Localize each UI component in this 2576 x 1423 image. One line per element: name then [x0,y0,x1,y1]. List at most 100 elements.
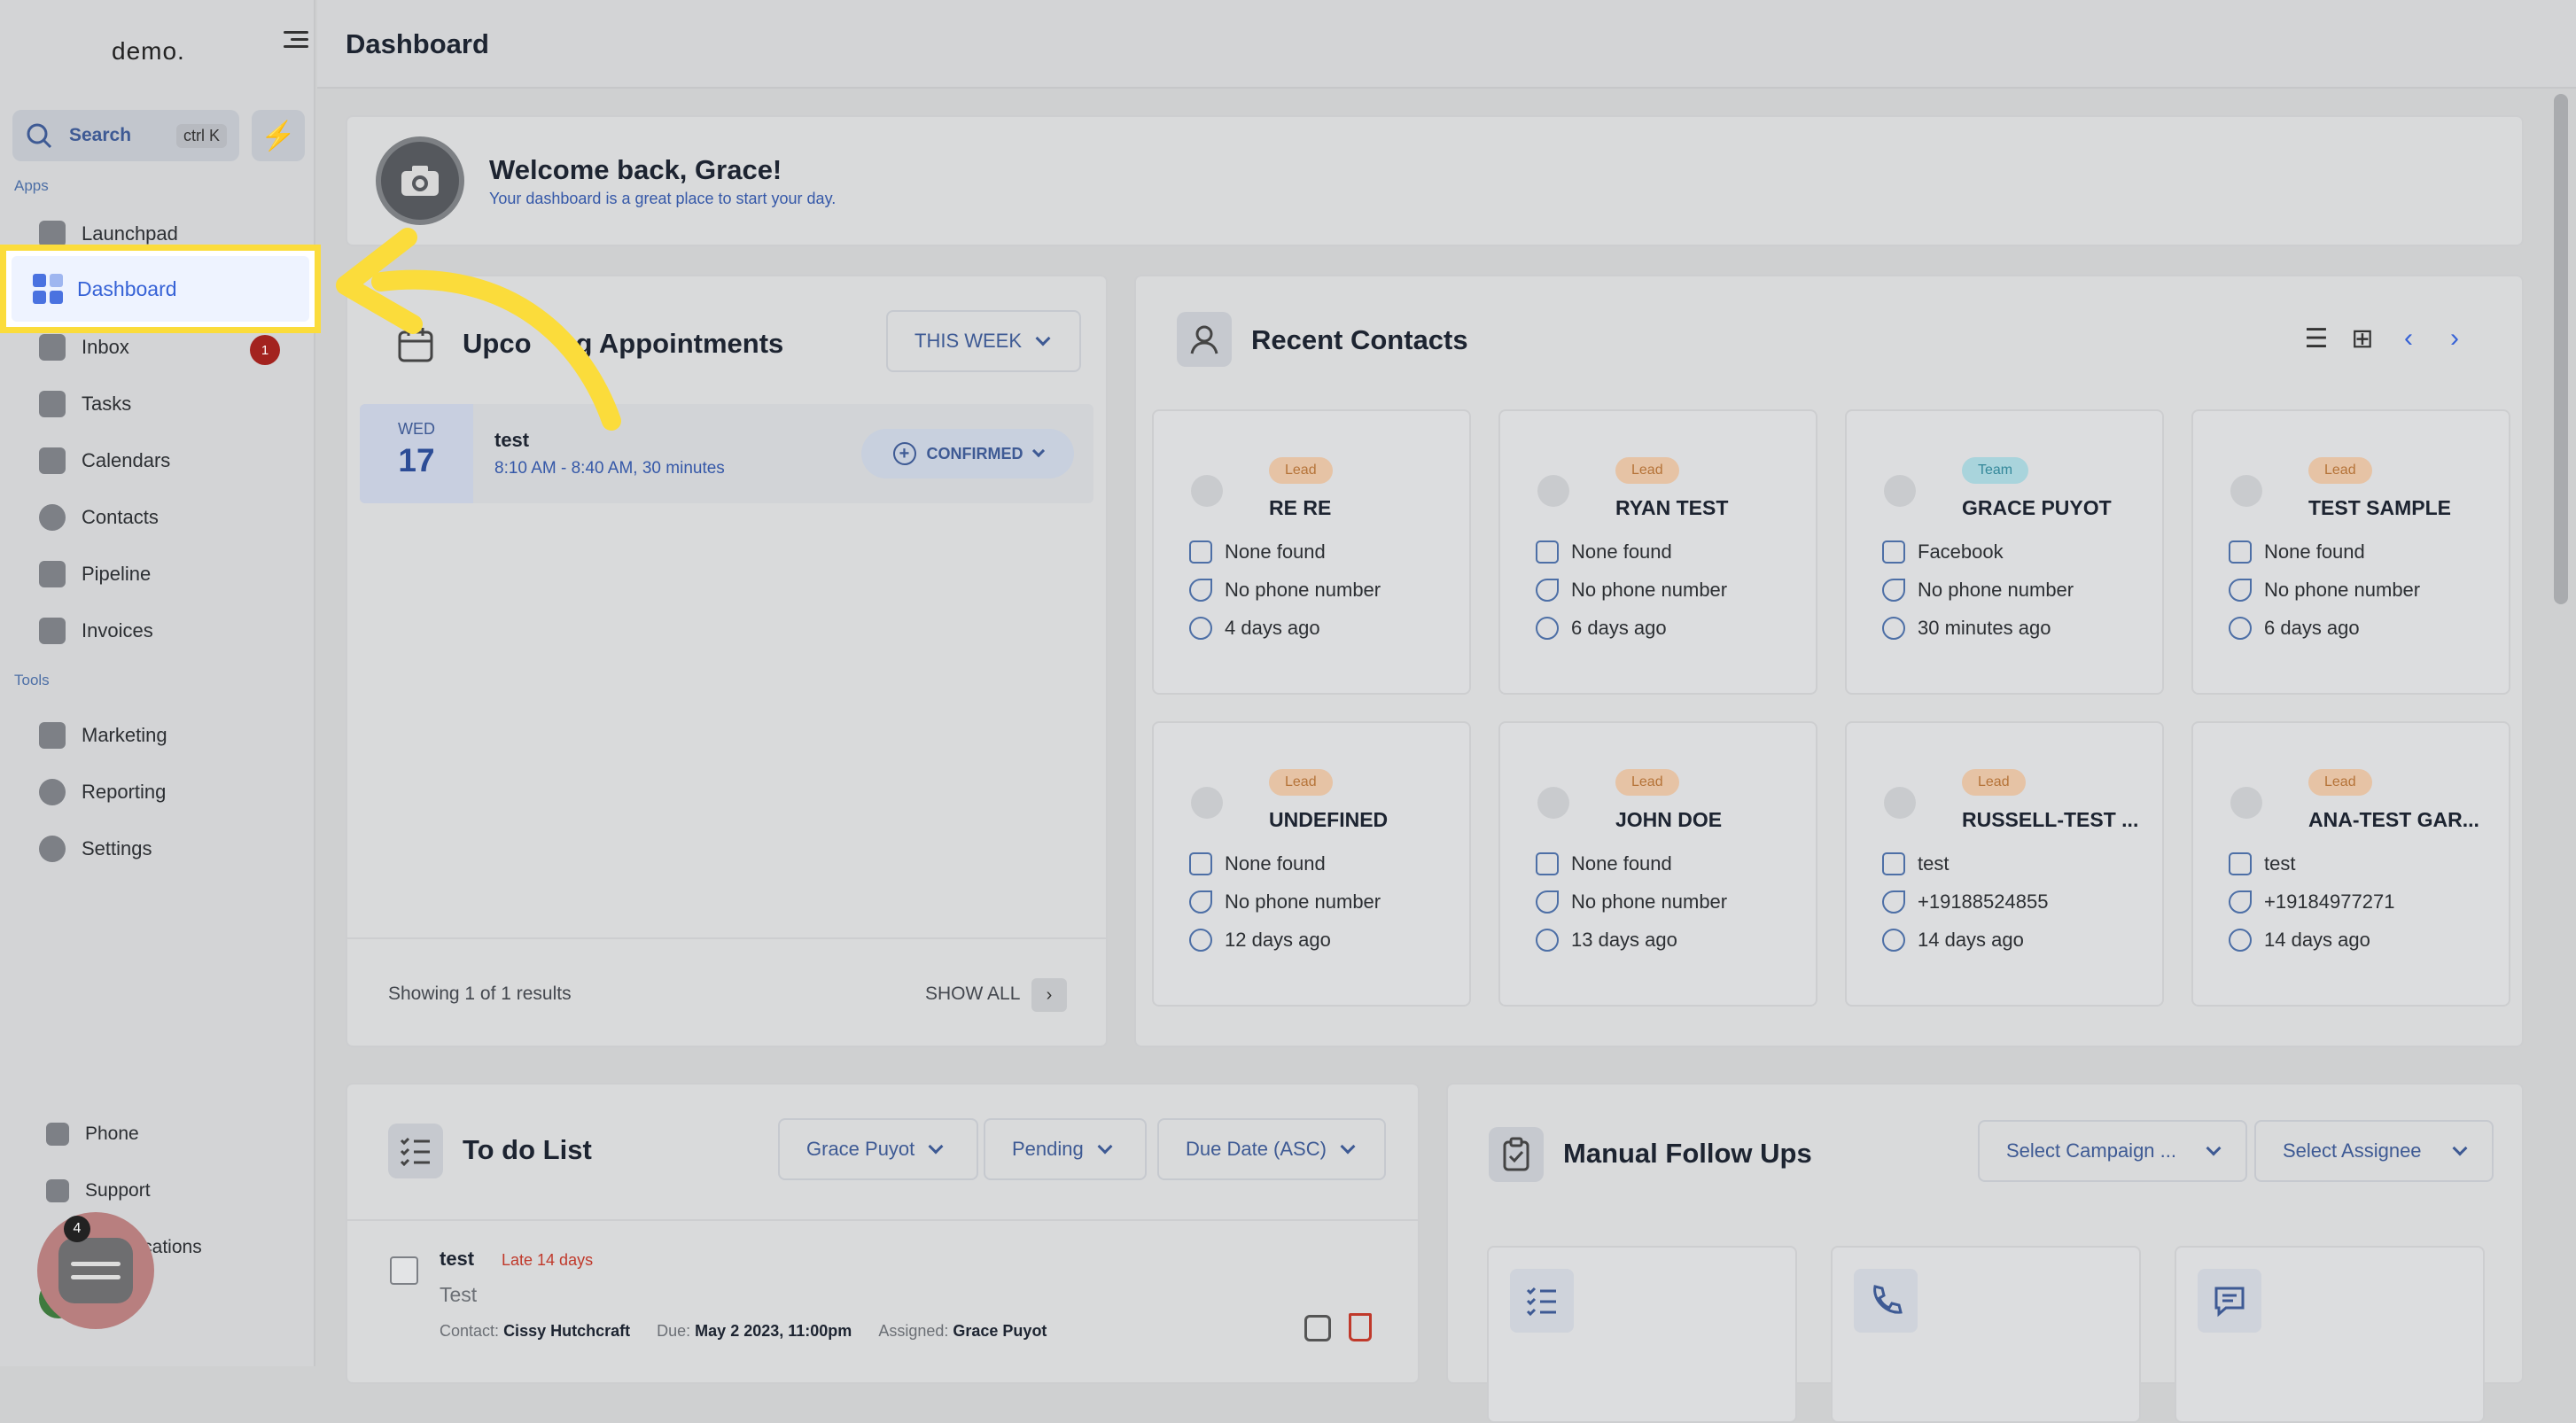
chevron-down-icon [1031,444,1045,458]
chat-widget-button[interactable] [37,1212,154,1329]
contact-card[interactable]: Lead ANA-TEST GAR... test +19184977271 14 da… [2191,721,2510,1007]
camera-icon[interactable] [376,136,464,225]
collapse-menu-icon[interactable] [284,27,308,50]
sidebar-item-reporting[interactable]: Reporting [39,771,166,813]
contact-name: UNDEFINED [1269,808,1389,831]
sidebar-item-label: Invoices [82,619,153,642]
chevron-right-icon[interactable]: › [1031,978,1067,1012]
pie-chart-icon [39,779,66,805]
contact-avatar [1884,787,1916,819]
welcome-title: Welcome back, Grace! [489,154,782,185]
search-button[interactable]: Search ctrl K [12,110,239,161]
contact-phone: +19188524855 [1882,890,2048,914]
sidebar-item-label: Launchpad [82,222,178,245]
checklist-icon [1510,1269,1574,1333]
sidebar-item-settings[interactable]: Settings [39,828,152,870]
contact-company-text: Facebook [1918,540,2004,563]
contact-time-text: 30 minutes ago [1918,617,2051,639]
megaphone-icon [39,722,66,749]
contact-card[interactable]: Team GRACE PUYOT Facebook No phone number 30… [1845,409,2164,695]
sidebar-item-phone[interactable]: Phone [46,1113,139,1155]
todo-item-title: test [440,1248,475,1270]
contact-tag: Lead [1615,457,1679,484]
contact-avatar [1537,475,1569,507]
building-icon [1882,852,1905,875]
contact-card[interactable]: Lead UNDEFINED None found No phone number 12… [1152,721,1471,1007]
contact-avatar [2230,787,2262,819]
appointment-status-dropdown[interactable]: + CONFIRMED [861,429,1074,478]
trash-icon[interactable] [1349,1313,1372,1341]
todo-item-description: Test [440,1283,478,1306]
show-all-link[interactable]: SHOW ALL [925,984,1020,1005]
appointment-date-number: 17 [398,442,435,478]
grid-view-icon[interactable]: ⊞ [2345,321,2380,356]
phone-icon [2229,579,2252,602]
contact-phone-text: No phone number [2264,579,2421,601]
contact-time-text: 6 days ago [2264,617,2360,639]
contact-card[interactable]: Lead RE RE None found No phone number 4 days… [1152,409,1471,695]
scrollbar[interactable] [2554,94,2568,604]
todo-checkbox[interactable] [390,1256,418,1285]
lightning-icon[interactable]: ⚡ [252,110,305,161]
sidebar-item-contacts[interactable]: Contacts [39,496,159,539]
meta-label: Due: [657,1322,691,1340]
contact-card[interactable]: Lead RYAN TEST None found No phone number 6 … [1498,409,1817,695]
checklist-icon [388,1124,443,1178]
sidebar-item-support[interactable]: Support [46,1170,151,1212]
sidebar-item-invoices[interactable]: Invoices [39,610,153,652]
followup-phone-box[interactable] [1831,1246,2141,1423]
sidebar: demo. Search ctrl K ⚡ Apps Launchpad Inb… [0,0,315,1366]
contact-avatar [1537,787,1569,819]
sidebar-item-calendars[interactable]: Calendars [39,439,170,482]
list-view-icon[interactable]: ☰ [2299,321,2334,356]
contact-time: 30 minutes ago [1882,617,2051,640]
sidebar-item-tasks[interactable]: Tasks [39,383,131,425]
contact-company-text: test [1918,852,1950,875]
assignee-filter-dropdown[interactable]: Grace Puyot [778,1118,978,1180]
sidebar-item-pipeline[interactable]: Pipeline [39,553,151,595]
top-bar: Dashboard [317,0,2576,89]
rocket-icon [39,221,66,247]
contact-card[interactable]: Lead TEST SAMPLE None found No phone number… [2191,409,2510,695]
todo-contact-link[interactable]: Cissy Hutchcraft [503,1322,630,1340]
contact-company: None found [1536,540,1672,564]
contact-phone-text: +19184977271 [2264,890,2395,913]
sidebar-item-label: Dashboard [77,276,177,300]
campaign-filter-dropdown[interactable]: Select Campaign ... [1978,1120,2247,1182]
contact-phone: No phone number [2229,579,2420,602]
sidebar-item-dashboard[interactable]: Dashboard [0,245,321,333]
phone-icon [1882,890,1905,914]
sort-dropdown[interactable]: Due Date (ASC) [1157,1118,1386,1180]
contact-phone-text: No phone number [1918,579,2074,601]
followup-total-box[interactable] [1487,1246,1797,1423]
contact-card[interactable]: Lead RUSSELL-TEST ... test +19188524855 14 d… [1845,721,2164,1007]
results-count: Showing 1 of 1 results [388,984,572,1004]
appointments-filter-dropdown[interactable]: THIS WEEK [886,310,1081,372]
calendar-icon [39,447,66,474]
contact-name: RUSSELL-TEST ... [1962,808,2139,831]
todo-assignee: Grace Puyot [953,1322,1047,1340]
user-icon [1177,312,1232,367]
contact-card[interactable]: Lead JOHN DOE None found No phone number 13 … [1498,721,1817,1007]
clock-icon [2229,617,2252,640]
building-icon [1536,540,1559,564]
contact-tag: Lead [1962,769,2026,796]
welcome-subtitle: Your dashboard is a great place to start… [489,190,837,207]
sidebar-item-marketing[interactable]: Marketing [39,714,167,757]
chevron-right-icon[interactable]: › [2437,321,2472,356]
dropdown-label: THIS WEEK [914,330,1023,352]
edit-icon[interactable] [1304,1315,1331,1341]
status-filter-dropdown[interactable]: Pending [984,1118,1147,1180]
contact-phone-text: No phone number [1225,890,1381,913]
assignee-filter-dropdown[interactable]: Select Assignee [2254,1120,2494,1182]
chevron-left-icon[interactable]: ‹ [2391,321,2426,356]
todo-row: test Late 14 days Test Contact: Cissy Hu… [347,1219,1418,1379]
contact-phone: No phone number [1882,579,2074,602]
contact-tag: Team [1962,457,2029,484]
dropdown-label: Select Assignee [2283,1139,2422,1162]
clock-icon [1882,929,1905,952]
followup-sms-box[interactable] [2175,1246,2485,1423]
todo-item-meta: Contact: Cissy Hutchcraft Due: May 2 202… [440,1322,1047,1341]
clock-icon [1189,929,1212,952]
clipboard-icon [1489,1127,1544,1182]
